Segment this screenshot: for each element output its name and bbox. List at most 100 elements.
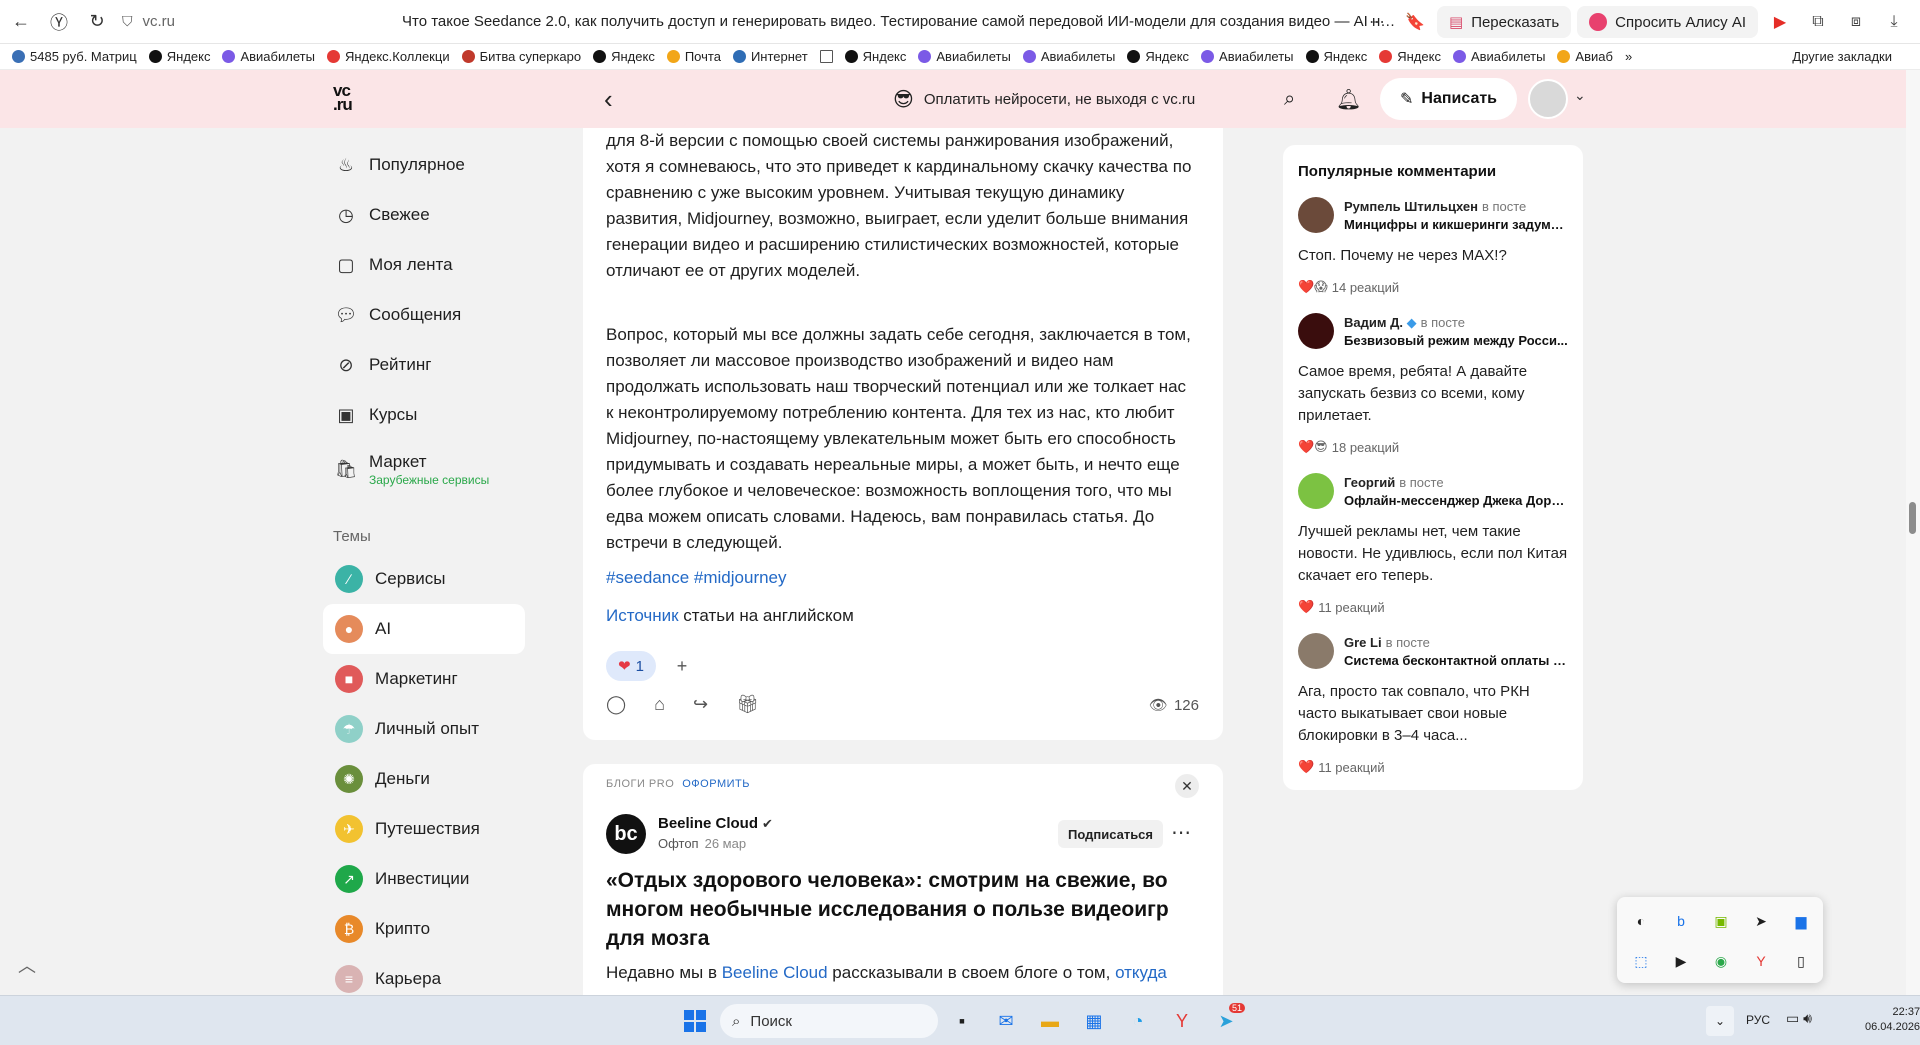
tray-yandex-icon[interactable]: Y bbox=[1741, 941, 1781, 981]
store-icon[interactable]: ▦ bbox=[1080, 1007, 1108, 1035]
comment-icon[interactable]: ◯ bbox=[606, 694, 626, 715]
yandex-icon[interactable]: Ⓨ bbox=[42, 5, 76, 39]
ask-alice-button[interactable]: Спросить Алису AI bbox=[1577, 6, 1758, 38]
sidebar-item-rating[interactable]: ⊘ Рейтинг bbox=[323, 340, 525, 390]
avatar[interactable] bbox=[1298, 313, 1334, 349]
youtube-icon[interactable]: ▶ bbox=[1764, 6, 1796, 38]
bookmark-icon[interactable]: ⌂ bbox=[654, 694, 665, 715]
pro-subscribe-link[interactable]: ОФОРМИТЬ bbox=[682, 778, 750, 790]
chevron-down-icon[interactable]: ⌄ bbox=[1706, 1006, 1734, 1036]
theme-investments[interactable]: ↗ Инвестиции bbox=[323, 854, 525, 904]
sidebar-item-market[interactable]: 🛍︎ Маркет Зарубежные сервисы bbox=[323, 440, 525, 498]
bell-icon[interactable]: 🔔︎ bbox=[1336, 87, 1361, 112]
back-icon[interactable]: ← bbox=[4, 5, 38, 39]
theme-crypto[interactable]: ₿ Крипто bbox=[323, 904, 525, 954]
bookmark-item[interactable]: Авиабилеты bbox=[222, 49, 315, 64]
tray-screenshot-icon[interactable]: ⬚ bbox=[1621, 941, 1661, 981]
theme-services[interactable]: ∕ Сервисы bbox=[323, 554, 525, 604]
write-button[interactable]: ✎ Написать bbox=[1380, 78, 1517, 120]
chevron-down-icon[interactable]: ⌄ bbox=[1574, 87, 1586, 104]
bookmark-item[interactable]: Авиабилеты bbox=[1022, 49, 1115, 64]
bookmark-item[interactable]: Авиабилеты bbox=[1452, 49, 1545, 64]
bookmark-item[interactable]: Яндекс bbox=[1127, 49, 1189, 64]
bookmark-item[interactable]: Яндекс bbox=[1379, 49, 1441, 64]
language-indicator[interactable]: РУС bbox=[1746, 1013, 1770, 1027]
theme-personal[interactable]: ☂ Личный опыт bbox=[323, 704, 525, 754]
more-options-icon[interactable]: ⋯ bbox=[1171, 820, 1191, 845]
comment-post[interactable]: Безвизовый режим между Росси... bbox=[1344, 333, 1569, 348]
download-icon[interactable]: ⤓ bbox=[1878, 6, 1910, 38]
promo-banner[interactable]: 😎 Оплатить нейросети, не выходя с vc.ru bbox=[893, 87, 1195, 112]
author-name[interactable]: Beeline Cloud ✔ bbox=[658, 815, 773, 832]
bookmark-item[interactable]: Яндекс bbox=[148, 49, 210, 64]
avatar[interactable] bbox=[1298, 473, 1334, 509]
tray-app-icon[interactable]: ◐ bbox=[1621, 901, 1661, 941]
tray-telegram-icon[interactable]: ➤ bbox=[1741, 901, 1781, 941]
bookmark-item[interactable]: Яндекс bbox=[593, 49, 655, 64]
bookmark-item[interactable]: Интернет bbox=[732, 49, 808, 64]
theme-ai[interactable]: ● AI bbox=[323, 604, 525, 654]
reaction-heart-button[interactable]: ❤ 1 bbox=[606, 651, 656, 681]
sidebar-item-popular[interactable]: ♨ Популярное bbox=[323, 140, 525, 190]
tray-bing-icon[interactable]: b bbox=[1661, 901, 1701, 941]
avatar[interactable] bbox=[1298, 633, 1334, 669]
windows-start-icon[interactable] bbox=[684, 1010, 706, 1032]
network-volume-icon[interactable]: ▭ 🔊︎ bbox=[1786, 1010, 1812, 1027]
sidebar-item-feed[interactable]: ▢ Моя лента bbox=[323, 240, 525, 290]
avatar[interactable] bbox=[1298, 197, 1334, 233]
close-icon[interactable]: ✕ bbox=[1175, 774, 1199, 798]
sidebar-item-fresh[interactable]: ◷ Свежее bbox=[323, 190, 525, 240]
comment-post[interactable]: Минцифры и кикшеринги задумал... bbox=[1344, 217, 1569, 232]
extensions-icon[interactable]: ⧈ bbox=[1840, 6, 1872, 38]
article-tags[interactable]: #seedance #midjourney bbox=[606, 568, 787, 588]
scroll-up-icon[interactable]: ︿ bbox=[18, 952, 36, 978]
collections-icon[interactable]: ⧉ bbox=[1802, 6, 1834, 38]
tray-monitor-icon[interactable]: ▆ bbox=[1781, 901, 1821, 941]
bookmark-item[interactable]: Битва суперкаро bbox=[461, 49, 581, 64]
scrollbar-thumb[interactable] bbox=[1909, 502, 1916, 534]
taskbar-search[interactable]: ⌕ Поиск bbox=[720, 1004, 938, 1038]
bookmark-item[interactable]: Яндекс bbox=[844, 49, 906, 64]
beeline-link[interactable]: Beeline Cloud bbox=[722, 963, 828, 982]
task-view-icon[interactable]: ▪ bbox=[948, 1007, 976, 1035]
retell-button[interactable]: ▤ Пересказать bbox=[1437, 6, 1572, 38]
comment-post[interactable]: Система бесконтактной оплаты V... bbox=[1344, 653, 1569, 668]
comment-post[interactable]: Офлайн-мессенджер Джека Дорс... bbox=[1344, 493, 1569, 508]
tray-usb-icon[interactable]: ▯ bbox=[1781, 941, 1821, 981]
gift-icon[interactable]: 🎁︎ bbox=[736, 694, 759, 715]
author-avatar[interactable]: bc bbox=[606, 814, 646, 854]
folder-icon[interactable]: ▬ bbox=[1036, 1007, 1064, 1035]
theme-travel[interactable]: ✈ Путешествия bbox=[323, 804, 525, 854]
bookmark-item[interactable]: Почта bbox=[666, 49, 721, 64]
tray-vpn-icon[interactable]: ◉ bbox=[1701, 941, 1741, 981]
subscribe-button[interactable]: Подписаться bbox=[1058, 820, 1164, 848]
bookmark-item[interactable]: Авиабилеты bbox=[918, 49, 1011, 64]
add-reaction-button[interactable]: + bbox=[667, 651, 697, 681]
address-bar[interactable]: ⛉ vc.ru bbox=[122, 6, 342, 38]
tray-nvidia-icon[interactable]: ▣ bbox=[1701, 901, 1741, 941]
outlook-icon[interactable]: ✉ bbox=[992, 1007, 1020, 1035]
edge-icon[interactable]: ◔ bbox=[1124, 1007, 1152, 1035]
post-title[interactable]: «Отдых здорового человека»: смотрим на с… bbox=[606, 866, 1196, 953]
bookmark-item[interactable] bbox=[819, 50, 833, 63]
other-bookmarks[interactable]: Другие закладки bbox=[1792, 49, 1892, 64]
avatar[interactable] bbox=[1528, 79, 1568, 119]
share-icon[interactable]: ↪ bbox=[693, 694, 708, 715]
sidebar-item-messages[interactable]: 💬︎ Сообщения bbox=[323, 290, 525, 340]
clock[interactable]: 22:37 06.04.2026 bbox=[1865, 1005, 1920, 1035]
sidebar-item-courses[interactable]: ▣ Курсы bbox=[323, 390, 525, 440]
reload-icon[interactable]: ↻ bbox=[80, 5, 114, 39]
search-icon[interactable]: ⌕ bbox=[1284, 88, 1295, 111]
bookmark-overflow-icon[interactable]: » bbox=[1625, 49, 1632, 64]
yandex-browser-icon[interactable]: Y bbox=[1168, 1007, 1196, 1035]
site-logo[interactable]: vc .ru bbox=[333, 82, 363, 113]
whence-link[interactable]: откуда bbox=[1115, 963, 1167, 982]
theme-marketing[interactable]: ■ Маркетинг bbox=[323, 654, 525, 704]
bookmark-item[interactable]: Яндекс bbox=[1305, 49, 1367, 64]
bookmark-item[interactable]: Яндекс.Коллекци bbox=[326, 49, 450, 64]
tray-terminal-icon[interactable]: ▶ bbox=[1661, 941, 1701, 981]
bookmark-item[interactable]: Авиаб bbox=[1557, 49, 1613, 64]
theme-money[interactable]: ✺ Деньги bbox=[323, 754, 525, 804]
source-link[interactable]: Источник bbox=[606, 606, 679, 625]
bookmark-icon[interactable]: 🔖 bbox=[1399, 6, 1431, 38]
